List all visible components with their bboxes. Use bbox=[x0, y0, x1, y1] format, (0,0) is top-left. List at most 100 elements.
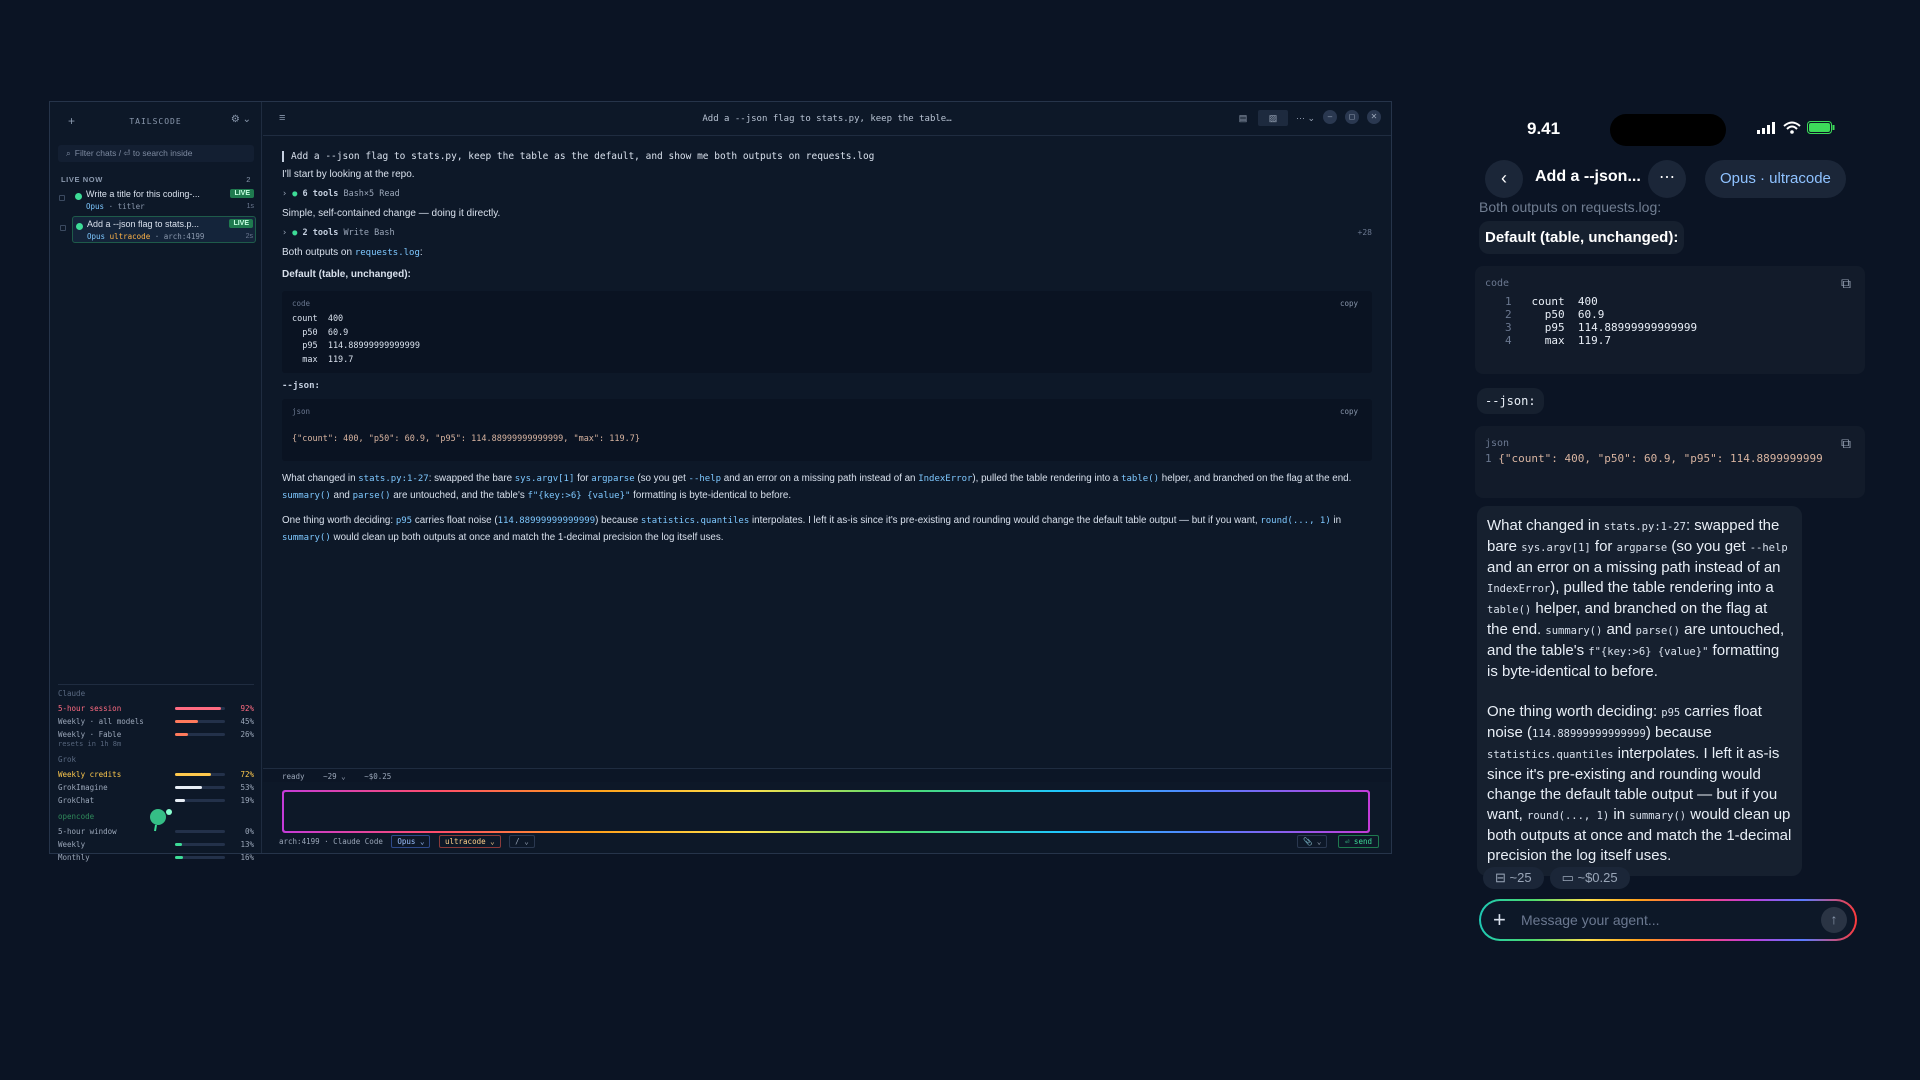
composer-actions: 📎 ⌄ ⏎ send bbox=[1293, 835, 1379, 848]
phone-screen: 9.41 Both outputs on requests.log: ‹ Add… bbox=[1475, 101, 1865, 961]
usage-percent: 92% bbox=[240, 704, 254, 713]
chat-meta: · arch:4199 bbox=[154, 232, 205, 241]
usage-bar bbox=[175, 856, 225, 859]
back-button[interactable]: ‹ bbox=[1485, 160, 1523, 198]
sidebar: + TAILSCODE ⚙ ⌄ ⌕ Filter chats / ⏎ to sea… bbox=[50, 102, 262, 862]
terminal-icon[interactable]: ▤ bbox=[1236, 110, 1250, 126]
add-attachment-icon[interactable]: + bbox=[1493, 907, 1506, 933]
model-pill[interactable]: Opus · ultracode bbox=[1705, 160, 1846, 198]
text-span: in bbox=[1609, 806, 1630, 823]
line-number: 1 bbox=[1485, 452, 1492, 465]
message-field[interactable]: + Message your agent... ↑ bbox=[1481, 901, 1855, 939]
line-number: 3 bbox=[1505, 321, 1512, 334]
chat-select-checkbox[interactable] bbox=[59, 195, 65, 201]
attach-button[interactable]: 📎 ⌄ bbox=[1297, 835, 1328, 848]
text-span: interpolates. I left it as-is since it's… bbox=[749, 515, 1261, 526]
code-line: 2 p50 60.9 bbox=[1505, 308, 1855, 321]
chat-item[interactable]: Write a title for this coding-... Opus ·… bbox=[59, 187, 256, 214]
image-icon[interactable]: ▨ bbox=[1257, 110, 1288, 126]
phone-heading-bubble: Default (table, unchanged): bbox=[1479, 221, 1685, 254]
answer-paragraph: One thing worth deciding: p95 carries fl… bbox=[1487, 702, 1792, 866]
model-select[interactable]: Opus ⌄ bbox=[391, 835, 431, 848]
code-line: 3 p95 114.88999999999999 bbox=[1505, 321, 1855, 334]
app-name: TAILSCODE bbox=[129, 117, 182, 126]
inline-code: IndexError bbox=[1487, 583, 1551, 595]
usage-bar bbox=[175, 843, 225, 846]
code-line: 1 count 400 bbox=[1505, 295, 1855, 308]
inline-code: p95 bbox=[395, 516, 413, 526]
live-dot-icon bbox=[76, 223, 83, 230]
inline-code: parse() bbox=[1635, 625, 1680, 637]
titlebar: ≡ Add a --json flag to stats.py, keep th… bbox=[263, 102, 1391, 136]
phone-message-input[interactable]: + Message your agent... ↑ bbox=[1479, 899, 1857, 941]
tool-summary[interactable]: › ● 6 tools Bash×5 Read bbox=[282, 189, 1372, 199]
text-span: and bbox=[330, 489, 353, 501]
usage-label: 5-hour window bbox=[58, 827, 117, 836]
mode-select[interactable]: ultracode ⌄ bbox=[438, 835, 501, 848]
inline-code: stats.py:1-27 bbox=[358, 474, 429, 484]
composer-textarea[interactable] bbox=[284, 792, 1368, 831]
copy-button[interactable]: copy bbox=[1340, 407, 1358, 416]
text-span: would clean up both outputs at once and … bbox=[330, 531, 724, 543]
usage-label: Weekly credits bbox=[58, 770, 122, 779]
chat-model: Opus bbox=[87, 232, 106, 241]
copy-icon[interactable]: ⧉ bbox=[1841, 276, 1851, 292]
send-arrow-icon[interactable]: ↑ bbox=[1821, 907, 1847, 933]
phone-chips: ⊟ ~25 ▭ ~$0.25 bbox=[1483, 867, 1630, 889]
send-button[interactable]: ⏎ send bbox=[1337, 835, 1379, 848]
code-text: p50 60.9 bbox=[1531, 308, 1605, 321]
usage-bar-fill bbox=[175, 786, 202, 789]
text-span: (so you get bbox=[1667, 538, 1750, 555]
assistant-paragraph: One thing worth deciding: p95 carries fl… bbox=[282, 513, 1372, 546]
composer-context: arch:4199 · Claude Code bbox=[279, 837, 383, 846]
usage-bar-fill bbox=[175, 856, 183, 859]
phone-header: ‹ Add a --json... ⋯ Opus · ultracode bbox=[1475, 158, 1865, 198]
usage-percent: 19% bbox=[240, 796, 254, 805]
chat-subtitle: Opus ultracode · arch:4199 bbox=[87, 232, 204, 241]
inline-code: --help bbox=[1749, 542, 1788, 554]
tool-count: 2 tools bbox=[302, 228, 339, 238]
usage-bar bbox=[175, 707, 225, 710]
chat-select-checkbox[interactable] bbox=[60, 225, 66, 231]
inline-code: table() bbox=[1487, 604, 1532, 616]
composer-toolbar: arch:4199 · Claude Code Opus ⌄ ultracode… bbox=[279, 835, 1379, 849]
code-lang: code bbox=[1485, 278, 1510, 289]
main-panel: ≡ Add a --json flag to stats.py, keep th… bbox=[263, 102, 1391, 853]
text-span: One thing worth deciding: bbox=[1487, 703, 1662, 720]
inline-code: IndexError bbox=[918, 474, 973, 484]
line-number: 2 bbox=[1505, 308, 1512, 321]
text-span: (so you get bbox=[634, 473, 689, 484]
titlebar-controls: ▤ ▨ ··· ⌄ – ◻ ✕ bbox=[1236, 110, 1381, 126]
text-span: : swapped the bare bbox=[428, 473, 515, 484]
close-icon[interactable]: ✕ bbox=[1367, 110, 1381, 124]
usage-label: Weekly · all models bbox=[58, 717, 144, 726]
composer-input[interactable] bbox=[282, 790, 1370, 833]
usage-row: Weekly 13% bbox=[58, 840, 254, 853]
slash-command-select[interactable]: / ⌄ bbox=[509, 835, 535, 848]
chat-subtitle: Opus · titler bbox=[86, 202, 145, 211]
battery-icon bbox=[1807, 121, 1835, 134]
copy-button[interactable]: copy bbox=[1340, 299, 1358, 308]
more-menu-button[interactable]: ··· ⌄ bbox=[1296, 110, 1315, 126]
chat-filter-input[interactable]: ⌕ Filter chats / ⏎ to search inside bbox=[58, 145, 254, 162]
usage-percent: 45% bbox=[240, 717, 254, 726]
maximize-icon[interactable]: ◻ bbox=[1345, 110, 1359, 124]
phone-status-icons bbox=[1757, 121, 1835, 134]
inline-code: round(..., 1) bbox=[1260, 516, 1331, 526]
inline-code: stats.py:1-27 bbox=[1603, 521, 1686, 533]
tool-count: 6 tools bbox=[302, 189, 339, 199]
cost-readout: ~$0.25 bbox=[364, 772, 392, 781]
chat-item-active[interactable]: Add a --json flag to stats.p... Opus ult… bbox=[60, 216, 256, 243]
token-count[interactable]: ~29 ⌄ bbox=[323, 772, 346, 781]
copy-icon[interactable]: ⧉ bbox=[1841, 436, 1851, 452]
text-span: What changed in bbox=[282, 473, 359, 484]
usage-row: Weekly credits 72% bbox=[58, 770, 254, 783]
minimize-icon[interactable]: – bbox=[1323, 110, 1337, 124]
text-span: in bbox=[1330, 515, 1342, 526]
more-options-icon[interactable]: ⋯ bbox=[1648, 160, 1686, 198]
inline-code: sys.argv[1] bbox=[1521, 542, 1591, 554]
usage-label: 5-hour session bbox=[58, 704, 122, 713]
tool-summary[interactable]: › ● 2 tools Write Bash +28 bbox=[282, 228, 1372, 238]
settings-gear-icon[interactable]: ⚙ ⌄ bbox=[231, 114, 251, 125]
live-badge: LIVE bbox=[229, 219, 253, 228]
